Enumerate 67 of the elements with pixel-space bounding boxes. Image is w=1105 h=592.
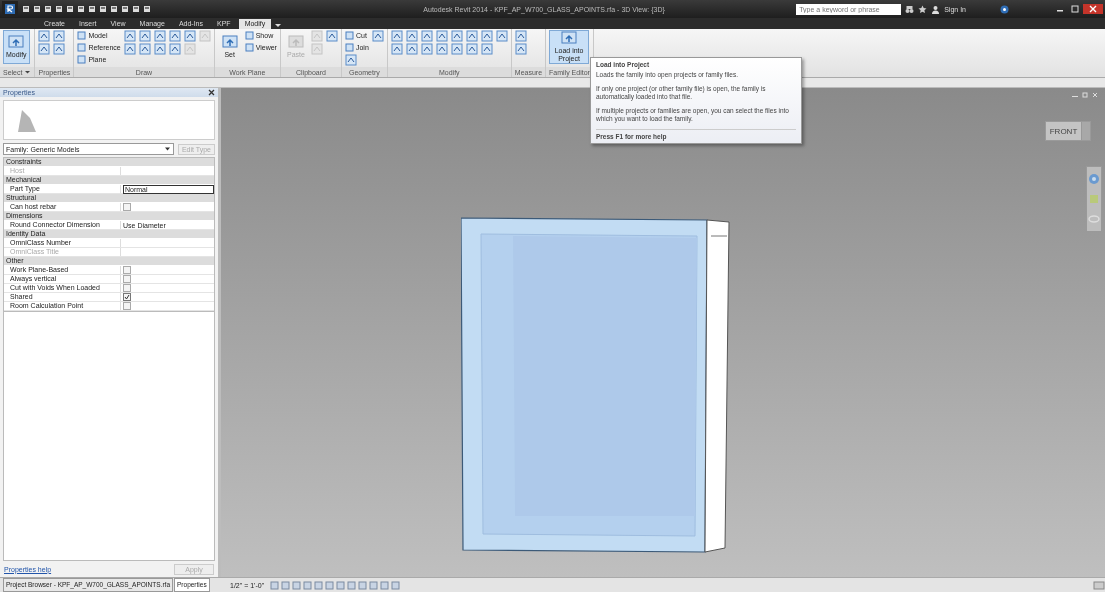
quick-access-icon[interactable] [132, 5, 140, 13]
quick-access-icon[interactable] [66, 5, 74, 13]
tool-icon[interactable] [390, 43, 403, 55]
tool-icon[interactable] [325, 30, 338, 42]
binoculars-icon[interactable] [905, 4, 915, 14]
tool-icon[interactable] [138, 43, 151, 55]
tool-icon [7, 35, 26, 51]
tool-icon[interactable] [138, 30, 151, 42]
tool-icon[interactable] [420, 30, 433, 42]
checkbox[interactable] [123, 284, 131, 292]
checkbox[interactable] [123, 293, 131, 301]
tool-icon[interactable] [405, 30, 418, 42]
tool-icon[interactable] [38, 30, 51, 42]
quick-access-icon[interactable] [44, 5, 52, 13]
quick-access-icon[interactable] [88, 5, 96, 13]
tool-icon[interactable] [450, 30, 463, 42]
caret-icon[interactable] [24, 69, 32, 75]
tool-icon [286, 35, 305, 51]
tool-icon[interactable] [390, 30, 403, 42]
tool-icon[interactable] [153, 30, 166, 42]
tool-icon[interactable] [435, 43, 448, 55]
tool-icon[interactable] [168, 30, 181, 42]
tool-icon[interactable] [480, 43, 493, 55]
tool-icon [560, 31, 579, 47]
tool-icon[interactable] [514, 30, 527, 42]
tool-icon[interactable] [371, 30, 384, 42]
quick-access-icon[interactable] [143, 5, 151, 13]
tool-icon[interactable] [435, 30, 448, 42]
star-icon[interactable] [918, 4, 928, 14]
view-cube[interactable]: FRONT [1045, 121, 1091, 141]
tool-icon[interactable] [168, 43, 181, 55]
maximize-icon[interactable] [1068, 4, 1082, 14]
quick-access-icon[interactable] [77, 5, 85, 13]
application-menu-button[interactable] [2, 1, 18, 17]
caret-icon [163, 146, 171, 152]
tool-icon[interactable] [53, 30, 66, 42]
tool-icon[interactable] [420, 43, 433, 55]
tool-icon[interactable] [450, 43, 463, 55]
help-icon[interactable] [1000, 4, 1009, 14]
tool-icon[interactable] [465, 30, 478, 42]
tool-icon[interactable] [153, 43, 166, 55]
tool-icon[interactable] [123, 30, 136, 42]
quick-access-icon[interactable] [33, 5, 41, 13]
tool-icon[interactable] [465, 43, 478, 55]
tool-icon[interactable] [495, 30, 508, 42]
tool-icon[interactable] [123, 43, 136, 55]
tool-icon[interactable] [514, 43, 527, 55]
quick-access-icon[interactable] [121, 5, 129, 13]
tool-icon[interactable] [38, 43, 51, 55]
tool-icon[interactable] [405, 43, 418, 55]
quick-access-icon[interactable] [99, 5, 107, 13]
checkbox[interactable] [123, 275, 131, 283]
close-icon[interactable] [208, 89, 215, 96]
checkbox[interactable] [123, 302, 131, 310]
tool-icon[interactable] [480, 30, 493, 42]
quick-access-icon[interactable] [22, 5, 30, 13]
tool-icon[interactable] [53, 43, 66, 55]
checkbox[interactable] [123, 266, 131, 274]
close-icon[interactable] [1083, 4, 1103, 14]
tool-icon[interactable] [183, 30, 196, 42]
tool-icon [220, 35, 239, 51]
user-icon[interactable] [931, 4, 941, 14]
checkbox[interactable] [123, 203, 131, 211]
quick-access-icon[interactable] [110, 5, 118, 13]
r-logo-icon [4, 3, 16, 15]
quick-access-icon[interactable] [55, 5, 63, 13]
tool-icon[interactable] [344, 54, 357, 66]
